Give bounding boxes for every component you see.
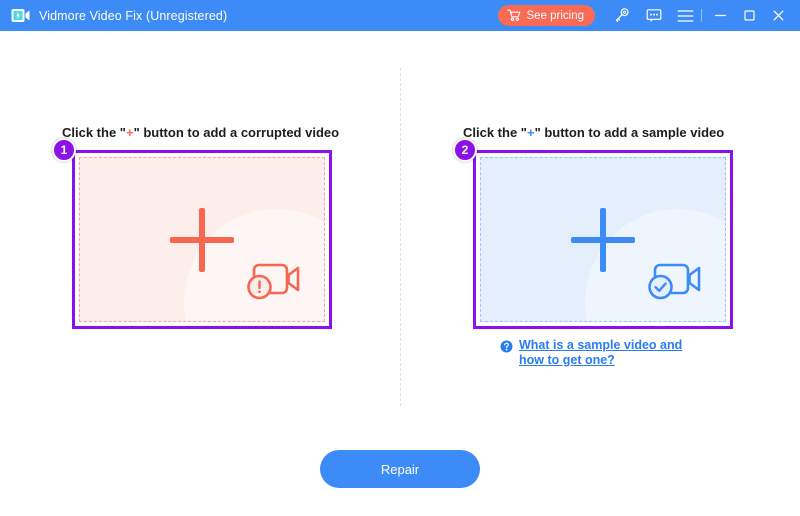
plus-icon[interactable] [170,207,234,272]
main-content: Click the "+" button to add a corrupted … [0,31,800,516]
repair-button[interactable]: Repair [320,450,480,488]
corrupted-video-dropzone[interactable] [72,150,332,329]
app-logo-icon [10,6,30,26]
corrupted-video-instruction: Click the "+" button to add a corrupted … [62,125,339,140]
step-badge-1: 1 [52,138,76,162]
feedback-icon[interactable] [645,7,662,24]
corrupted-instruction-plus: + [125,125,134,140]
plus-icon-vertical-bar [199,207,205,272]
repair-button-label: Repair [380,461,420,477]
sample-video-help-link[interactable]: What is a sample video and how to get on… [500,338,687,368]
see-pricing-button[interactable]: See pricing [498,5,595,26]
titlebar-icon-group [613,7,694,24]
close-button[interactable] [770,8,786,24]
video-camera-error-icon [244,258,302,304]
window-controls [712,8,786,24]
sample-instruction-suffix: " button to add a sample video [534,125,725,140]
maximize-button[interactable] [741,8,757,24]
sample-video-dropzone[interactable] [473,150,733,329]
menu-icon[interactable] [677,7,694,24]
window-title: Vidmore Video Fix (Unregistered) [39,8,228,23]
sample-dropzone-inner [480,157,726,322]
corrupted-instruction-suffix: " button to add a corrupted video [133,125,340,140]
sample-instruction-prefix: Click the " [463,125,527,140]
step-badge-2: 2 [453,138,477,162]
see-pricing-label: See pricing [526,9,584,22]
title-bar: Vidmore Video Fix (Unregistered) See pri… [0,0,800,31]
sample-instruction-plus: + [526,125,535,140]
center-divider [400,68,401,406]
key-icon[interactable] [613,7,630,24]
video-camera-check-icon [645,258,703,304]
plus-icon[interactable] [571,207,635,272]
app-window: Vidmore Video Fix (Unregistered) See pri… [0,0,800,516]
sample-video-instruction: Click the "+" button to add a sample vid… [463,125,724,140]
minimize-button[interactable] [712,8,728,24]
question-mark-circle-icon [500,340,513,353]
sample-video-help-link-label: What is a sample video and how to get on… [519,338,683,367]
corrupted-dropzone-inner [79,157,325,322]
shopping-cart-icon [507,9,521,22]
plus-icon-vertical-bar [600,207,606,272]
titlebar-divider [701,9,702,22]
corrupted-instruction-prefix: Click the " [62,125,126,140]
